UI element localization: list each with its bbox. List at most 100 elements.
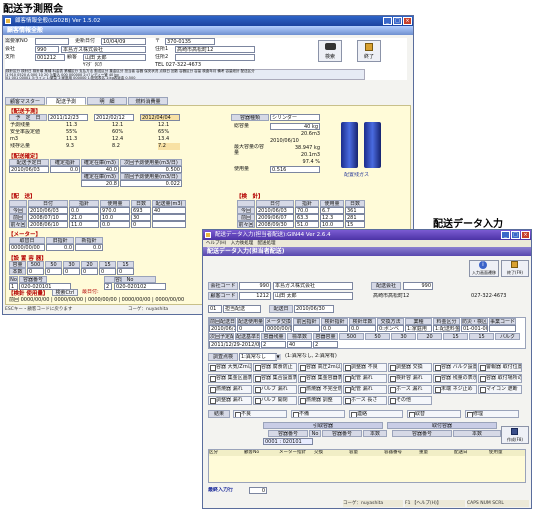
installed-count: 0 bbox=[45, 268, 62, 275]
forecast-m3-3: 13.4 bbox=[158, 136, 170, 142]
entry-list[interactable]: 区分 顧客No メーター指針 交換 容量 容器番号 重量 配送日 使用量 bbox=[208, 449, 526, 483]
inspection-checkbox[interactable]: 容器 腐食防止 bbox=[253, 363, 297, 372]
result-checkbox[interactable]: 不良 bbox=[233, 410, 287, 418]
w2-title-bar: 配送データ入力(担当者配送):GIN44 Ver 2.6.4 _ □ × bbox=[203, 230, 531, 240]
inspection-checkbox[interactable]: 配管 漏れ bbox=[343, 374, 387, 383]
grid-cell: 0000/00/00 bbox=[265, 325, 292, 332]
inspection-checkbox[interactable]: 末端 ネジ止め bbox=[433, 385, 477, 394]
inspection-checkbox[interactable]: 調整器 漏れ bbox=[208, 396, 252, 405]
inspection-checkbox[interactable]: 燃焼器 不完全燃焼 bbox=[298, 385, 342, 394]
branch-code-field[interactable]: 001212 bbox=[35, 54, 65, 61]
meter-cell: 12.3 bbox=[320, 214, 344, 221]
meter-cell: 前々回 bbox=[237, 221, 255, 228]
entry-list-header: 区分 顧客No メーター指針 交換 容量 容器番号 重量 配送日 使用量 bbox=[209, 450, 525, 456]
result-checkbox[interactable]: 連絡 bbox=[349, 410, 403, 418]
office-code-field[interactable]: 990 bbox=[403, 282, 433, 290]
tab-fuel-consumption[interactable]: 燃料消費量 bbox=[128, 97, 168, 105]
delivery-input-window: 配送データ入力(担当者配送):GIN44 Ver 2.6.4 _ □ × ヘルプ(H… bbox=[202, 229, 532, 509]
installed-col-header: 500 bbox=[27, 261, 44, 268]
customer-code-field[interactable]: 1212 bbox=[239, 292, 271, 300]
delivery-cell: 693 bbox=[131, 207, 151, 214]
maximize-button[interactable]: □ bbox=[511, 231, 520, 239]
delivery-cell: 2008/07/10 bbox=[28, 214, 68, 221]
close-button[interactable]: × bbox=[521, 231, 530, 239]
inspection-checkbox[interactable]: 容器 集金容器表示 bbox=[298, 374, 342, 383]
menu-delivery-process[interactable]: 配送処理 bbox=[258, 241, 276, 246]
tab-customer-master[interactable]: 顧客マスター bbox=[5, 97, 45, 105]
meter-cell: 10.0 bbox=[320, 221, 344, 228]
address-field[interactable]: 高崎市高松町12 bbox=[175, 46, 255, 53]
company-code-field[interactable]: 990 bbox=[239, 282, 271, 290]
result-checkbox[interactable]: 取替 bbox=[407, 410, 461, 418]
install-title: 取付容器 bbox=[387, 422, 497, 429]
inspection-checkbox[interactable]: バルブ 漏れ bbox=[253, 385, 297, 394]
maximize-button[interactable]: □ bbox=[393, 17, 402, 25]
delivery-date-field[interactable]: 2010/06/30 bbox=[294, 305, 334, 313]
inspection-checkbox[interactable]: 燃焼器 漏れ bbox=[208, 385, 252, 394]
grid-col-header2: 15 bbox=[443, 333, 468, 340]
container-col-header: 容器番号 bbox=[392, 430, 452, 437]
address2-field[interactable] bbox=[175, 54, 255, 61]
confirm-stock2: 20.8 bbox=[81, 180, 119, 187]
inspection-checkbox[interactable]: 調整器 交換 bbox=[388, 363, 432, 372]
minimize-button[interactable]: _ bbox=[501, 231, 510, 239]
inspection-checkbox[interactable]: 配管 漏れ bbox=[343, 385, 387, 394]
vessel-use-label: 使用量 bbox=[234, 166, 250, 172]
grid-cell bbox=[489, 325, 516, 332]
customer-no-field[interactable] bbox=[35, 38, 69, 45]
inspection-checkbox[interactable]: バルブ 開閉 bbox=[253, 396, 297, 405]
menu-post-process[interactable]: 入力後処理 bbox=[231, 241, 254, 246]
update-date-field[interactable]: 10/04/09 bbox=[101, 38, 146, 45]
inspection-checkbox[interactable]: ホース 漏れ bbox=[388, 385, 432, 394]
inspection-checkbox[interactable]: 容器 高圧2m以上 bbox=[298, 363, 342, 372]
forecast-residual-2: 8.2 bbox=[112, 143, 120, 149]
check-select[interactable]: 1:異常なし bbox=[239, 353, 277, 361]
company-code-field[interactable]: 990 bbox=[35, 46, 59, 53]
inspection-checkbox[interactable]: ホース 長さ bbox=[343, 396, 387, 405]
usage-search-button[interactable]: 検索Ctrl bbox=[52, 289, 78, 296]
minimize-button[interactable]: _ bbox=[383, 17, 392, 25]
inspection-checkbox[interactable]: 容器 集金区画表示 bbox=[208, 374, 252, 383]
inspection-checkbox[interactable]: 容器 残量の表示 bbox=[433, 374, 477, 383]
w2-title: 配送データ入力(担当者配送):GIN44 Ver 2.6.4 bbox=[215, 232, 331, 238]
tab-detail[interactable]: 明 細 bbox=[87, 97, 127, 105]
meter-cell: 今回 bbox=[237, 207, 255, 214]
forecast-safety-1: 55% bbox=[66, 129, 78, 135]
close-button[interactable]: × bbox=[403, 17, 412, 25]
office-label: 配送会社 bbox=[371, 282, 401, 290]
grid-cell: 0:ボンベ bbox=[377, 325, 404, 332]
confirm-date: 2010/06/03 bbox=[9, 166, 49, 173]
route-code-field[interactable]: 01 bbox=[208, 305, 222, 313]
zip-field[interactable]: 370-0135 bbox=[165, 38, 215, 45]
inspection-checkbox[interactable]: 検針容 漏れ bbox=[388, 374, 432, 383]
inspection-checkbox[interactable]: 警報器 取付位置 bbox=[478, 363, 522, 372]
tank-label: 配置残ガス bbox=[344, 172, 370, 178]
grid-col-header: 検針指針 bbox=[321, 318, 348, 325]
installed-count: 0 bbox=[63, 268, 80, 275]
grid-col-header2: バルク bbox=[495, 333, 520, 340]
inspection-checkbox[interactable]: マイコン 遮断 bbox=[478, 385, 522, 394]
installed-container-header: No bbox=[104, 276, 156, 283]
inspection-checkbox[interactable]: その他 bbox=[388, 396, 432, 405]
tab-delivery-forecast[interactable]: 配送予測 bbox=[46, 97, 86, 105]
grid-cell2: 2 bbox=[313, 341, 338, 348]
result-checkbox[interactable]: 不備 bbox=[291, 410, 345, 418]
w2-status-mid: F1 【ヘルプ(H)】 bbox=[405, 500, 465, 507]
delivery-cell: 2010/06/03 bbox=[28, 207, 68, 214]
inspection-checkbox[interactable]: 容器 集合設置表示 bbox=[253, 374, 297, 383]
forecast-date-3: 2012/04/04 bbox=[140, 114, 180, 121]
inspection-checkbox[interactable]: 容器 バルク設置 bbox=[433, 363, 477, 372]
inspection-checkbox[interactable]: 容器 取付場所の不良 bbox=[478, 374, 522, 383]
list-col-header: 重量 bbox=[419, 450, 428, 455]
inspection-checkbox[interactable]: 調整器 不良 bbox=[343, 363, 387, 372]
installed-no-header: No bbox=[9, 276, 18, 283]
grid-cell: 01-001-0001 bbox=[461, 325, 488, 332]
menu-help[interactable]: ヘルプ(H) bbox=[206, 241, 226, 246]
confirm-head-0: 配送予定日 bbox=[9, 159, 49, 166]
pull-container-field[interactable]: 0001 : 020101 bbox=[263, 438, 313, 445]
inspection-checkbox[interactable]: 容器 大気/Zrn以上 bbox=[208, 363, 252, 372]
result-checkbox[interactable]: 修理 bbox=[465, 410, 519, 418]
chevron-down-icon[interactable]: ▼ bbox=[275, 354, 281, 360]
inspection-checkbox[interactable]: 燃焼器 調整 bbox=[298, 396, 342, 405]
delivery-cell: 10.0 bbox=[100, 214, 130, 221]
